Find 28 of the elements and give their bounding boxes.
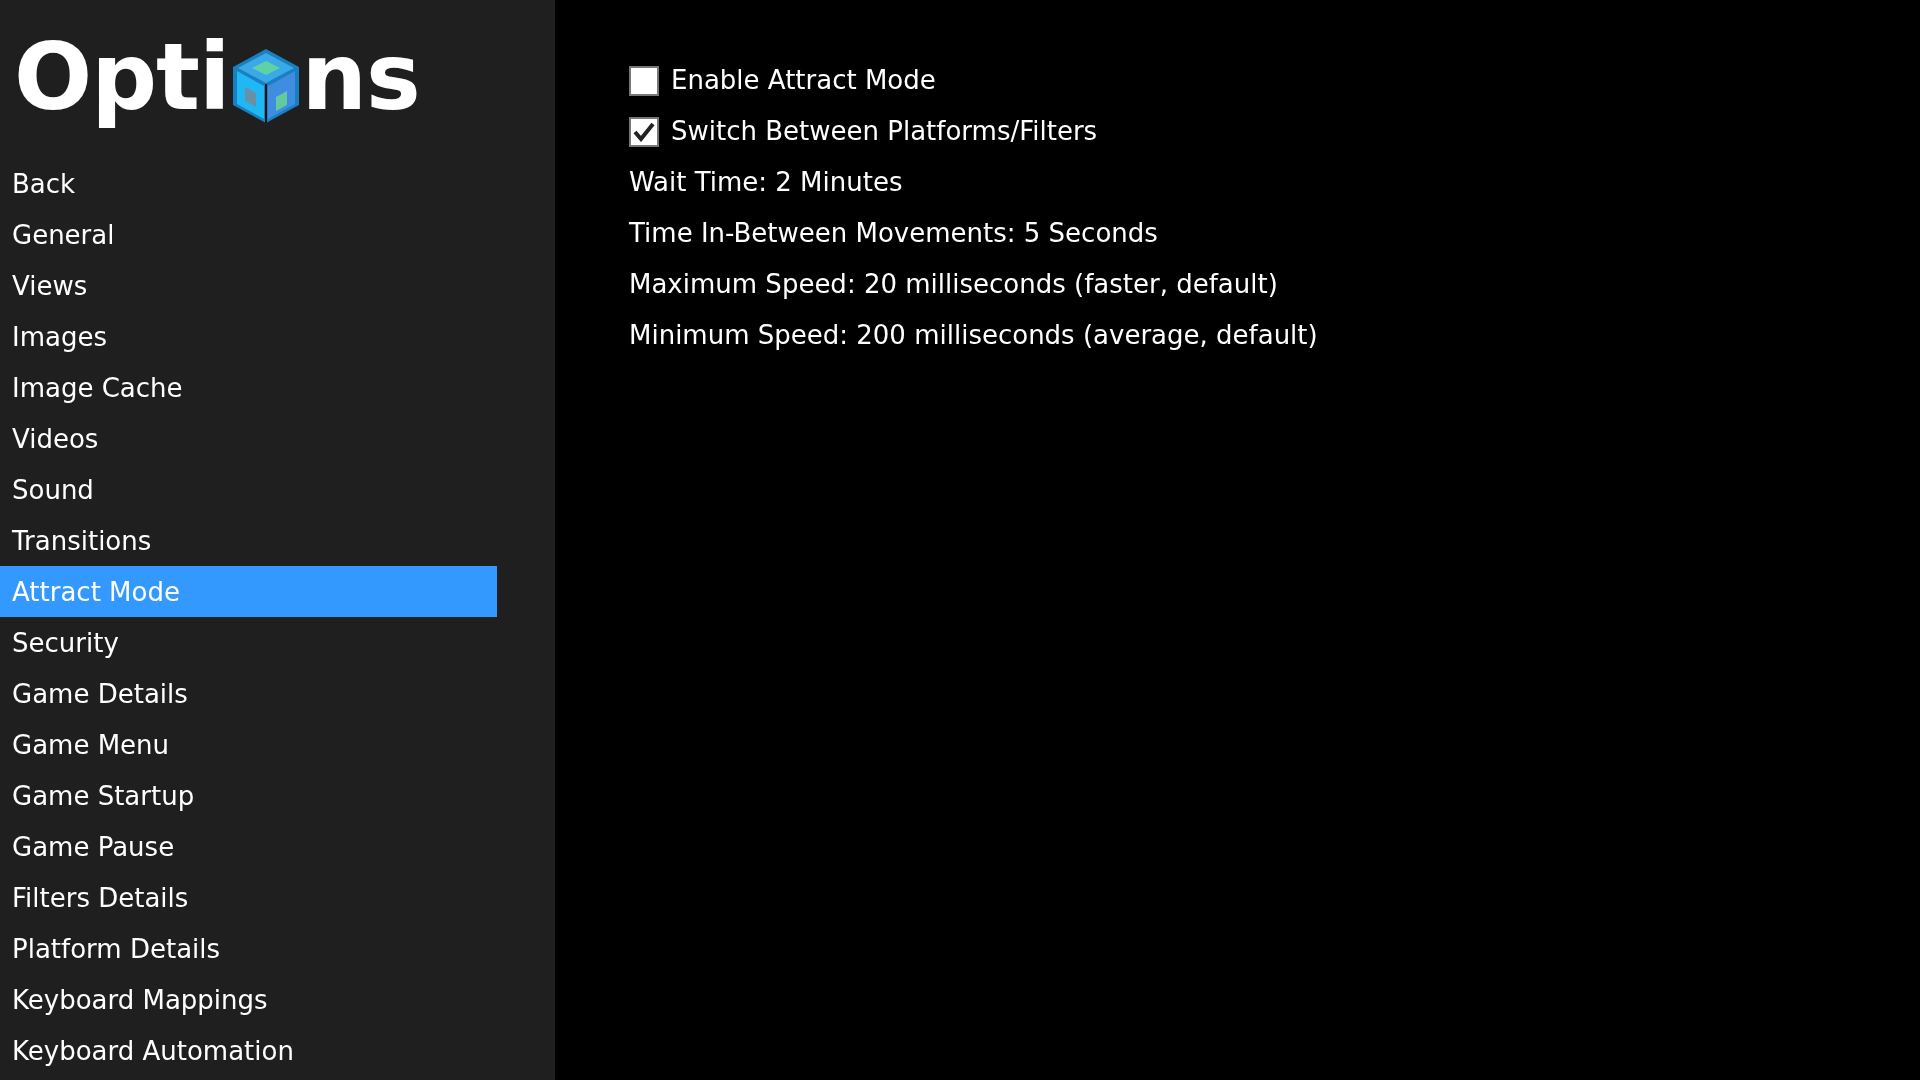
logo-text: Opti — [14, 22, 230, 133]
sidebar-item[interactable]: Game Pause — [0, 821, 497, 872]
sidebar-item[interactable]: Platform Details — [0, 923, 497, 974]
cube-icon — [230, 47, 301, 125]
sidebar-item[interactable]: Security — [0, 617, 497, 668]
setting-item[interactable]: Wait Time: 2 Minutes — [629, 163, 903, 202]
sidebar-item[interactable]: Game Details — [0, 668, 497, 719]
sidebar-item[interactable]: Views — [0, 260, 497, 311]
sidebar-item[interactable]: Videos — [0, 413, 497, 464]
setting-item[interactable]: Time In-Between Movements: 5 Seconds — [629, 214, 1158, 253]
sidebar-item[interactable]: Image Cache — [0, 362, 497, 413]
sidebar-item[interactable]: Transitions — [0, 515, 497, 566]
sidebar-item[interactable]: Keyboard Automation — [0, 1025, 497, 1076]
checkbox-label[interactable]: Enable Attract Mode — [671, 61, 936, 100]
checkbox[interactable] — [629, 65, 659, 96]
sidebar-item[interactable]: Keyboard Mappings — [0, 974, 497, 1025]
logo-text: ns — [301, 22, 420, 133]
sidebar-item[interactable]: General — [0, 209, 497, 260]
setting-item[interactable]: Maximum Speed: 20 milliseconds (faster, default) — [629, 265, 1278, 304]
sidebar-item[interactable]: Game Startup — [0, 770, 497, 821]
sidebar-item[interactable]: Back — [0, 158, 497, 209]
setting-item[interactable]: Minimum Speed: 200 milliseconds (average, default) — [629, 316, 1318, 355]
sidebar-item[interactable]: Sound — [0, 464, 497, 515]
sidebar-item[interactable]: Filters Details — [0, 872, 497, 923]
checkbox-label[interactable]: Switch Between Platforms/Filters — [671, 112, 1098, 151]
checkbox[interactable] — [629, 116, 659, 147]
sidebar-item[interactable]: Game Menu — [0, 719, 497, 770]
sidebar-item[interactable]: Images — [0, 311, 497, 362]
